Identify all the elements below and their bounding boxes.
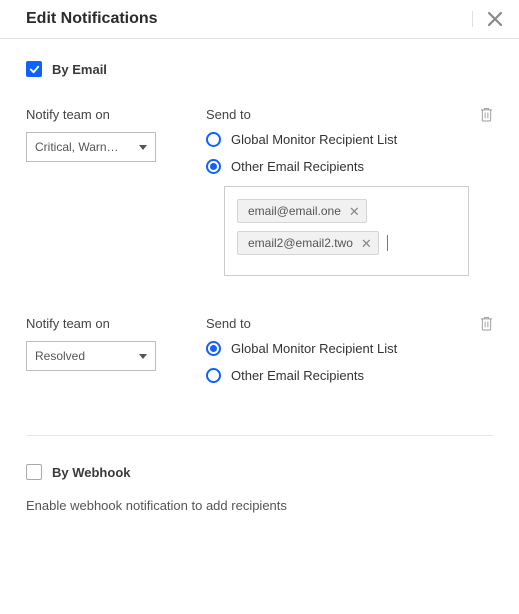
by-webhook-checkbox[interactable] [26, 464, 42, 480]
delete-block-2-button[interactable] [480, 316, 493, 334]
radio-global-2-label: Global Monitor Recipient List [231, 341, 397, 356]
dialog-header: Edit Notifications [0, 0, 519, 39]
notify-team-label-1: Notify team on [26, 107, 176, 122]
by-email-label: By Email [52, 62, 107, 77]
block1-left: Notify team on Critical, Warn… [26, 107, 176, 276]
email-chip: email@email.one ✕ [237, 199, 367, 223]
radio-global-1[interactable] [206, 132, 221, 147]
email-chip: email2@email2.two ✕ [237, 231, 379, 255]
severity-select-1[interactable]: Critical, Warn… [26, 132, 156, 162]
radio-row-global-1: Global Monitor Recipient List [206, 132, 469, 147]
block1-right: Send to Global Monitor Recipient List Ot… [206, 107, 493, 276]
by-email-checkbox[interactable] [26, 61, 42, 77]
block2-right: Send to Global Monitor Recipient List Ot… [206, 316, 493, 395]
send-to-label-2: Send to [206, 316, 469, 331]
webhook-section: By Webhook [0, 436, 519, 498]
remove-chip-button[interactable]: ✕ [349, 205, 360, 218]
dialog-title: Edit Notifications [26, 10, 158, 28]
email-section: By Email Notify team on Critical, Warn… … [0, 39, 519, 395]
radio-other-1[interactable] [206, 159, 221, 174]
radio-row-other-1: Other Email Recipients [206, 159, 469, 174]
close-icon [487, 11, 503, 27]
radio-row-other-2: Other Email Recipients [206, 368, 469, 383]
severity-select-1-value: Critical, Warn… [35, 140, 133, 154]
notification-block-1: Notify team on Critical, Warn… Send to G… [26, 107, 493, 276]
check-icon [29, 64, 40, 75]
delete-block-1-button[interactable] [480, 107, 493, 125]
radio-other-2-label: Other Email Recipients [231, 368, 364, 383]
severity-select-2-value: Resolved [35, 349, 133, 363]
caret-down-icon [139, 145, 147, 150]
send-to-label-1: Send to [206, 107, 469, 122]
severity-select-2[interactable]: Resolved [26, 341, 156, 371]
radio-global-2[interactable] [206, 341, 221, 356]
email-chip-text: email2@email2.two [248, 236, 353, 250]
notify-team-label-2: Notify team on [26, 316, 176, 331]
radio-other-1-label: Other Email Recipients [231, 159, 364, 174]
text-cursor [387, 235, 388, 251]
remove-chip-button[interactable]: ✕ [361, 237, 372, 250]
radio-row-global-2: Global Monitor Recipient List [206, 341, 469, 356]
block2-left: Notify team on Resolved [26, 316, 176, 395]
caret-down-icon [139, 354, 147, 359]
radio-global-1-label: Global Monitor Recipient List [231, 132, 397, 147]
notification-block-2: Notify team on Resolved Send to Global M… [26, 316, 493, 395]
radio-other-2[interactable] [206, 368, 221, 383]
trash-icon [480, 107, 493, 122]
by-email-row: By Email [26, 61, 493, 77]
webhook-hint: Enable webhook notification to add recip… [0, 498, 519, 533]
email-chip-text: email@email.one [248, 204, 341, 218]
by-webhook-row: By Webhook [26, 464, 493, 480]
trash-icon [480, 316, 493, 331]
by-webhook-label: By Webhook [52, 465, 131, 480]
close-button[interactable] [472, 11, 503, 27]
email-recipients-input[interactable]: email@email.one ✕ email2@email2.two ✕ [224, 186, 469, 276]
